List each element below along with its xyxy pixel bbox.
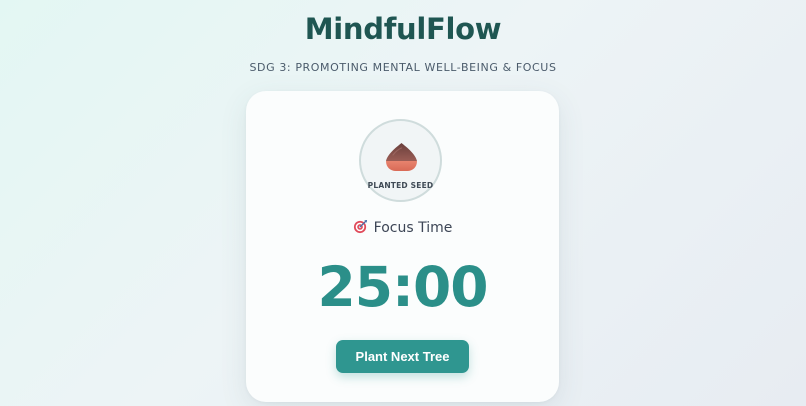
timer-card: PLANTED SEED Focus Time 25:00 Plant Next… (246, 91, 559, 402)
growth-stage-display: PLANTED SEED (359, 119, 442, 202)
seed-icon (386, 143, 417, 171)
session-mode-label: Focus Time (373, 220, 453, 236)
app-title: MindfulFlow (304, 12, 502, 46)
app-subtitle: SDG 3: PROMOTING MENTAL WELL-BEING & FOC… (249, 61, 557, 74)
session-mode: Focus Time (246, 219, 559, 236)
growth-stage-label: PLANTED SEED (367, 181, 434, 190)
target-icon (353, 219, 367, 234)
countdown-timer: 25:00 (317, 255, 488, 319)
plant-next-tree-button[interactable]: Plant Next Tree (336, 340, 469, 373)
